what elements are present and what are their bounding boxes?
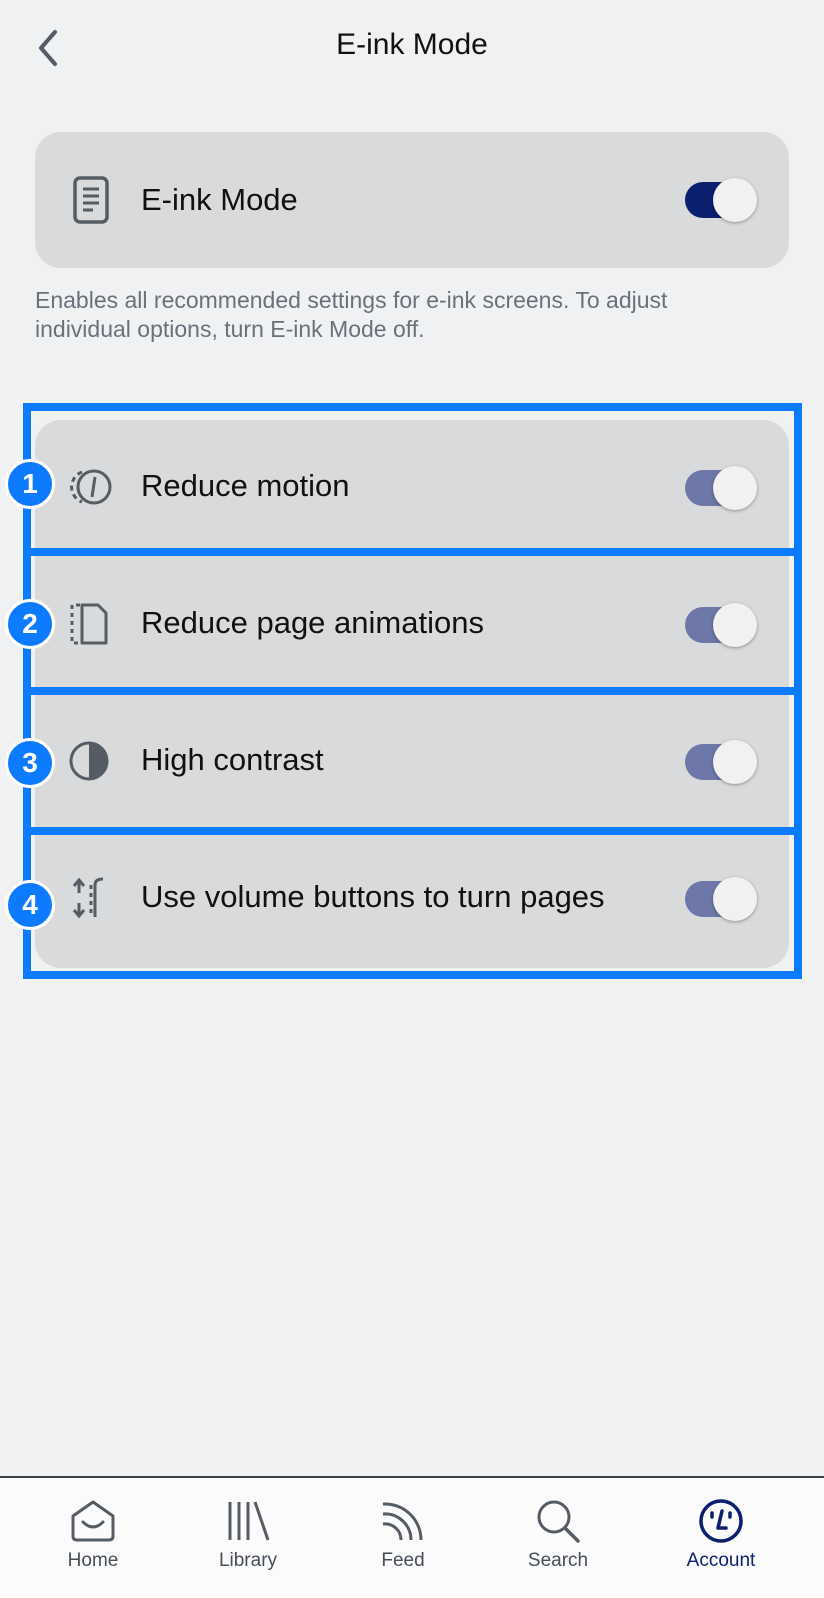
highlight-badge: 4	[5, 880, 55, 930]
toggle-knob	[713, 178, 757, 222]
volume-buttons-icon	[61, 870, 117, 926]
nav-home[interactable]: Home	[28, 1498, 158, 1588]
home-icon	[71, 1500, 115, 1542]
eink-mode-card[interactable]: E-ink Mode	[35, 132, 789, 268]
contrast-icon	[61, 733, 117, 789]
nav-label: Search	[527, 1550, 589, 1571]
nav-label: Library	[218, 1550, 278, 1571]
reduce-motion-icon	[61, 459, 117, 515]
highlight-badge: 3	[5, 738, 55, 788]
bottom-nav: Home Library Feed Search Account	[0, 1476, 824, 1598]
nav-label: Feed	[381, 1550, 425, 1571]
highlight-badge: 2	[5, 599, 55, 649]
option-label: Use volume buttons to turn pages	[141, 879, 605, 914]
toggle-knob	[713, 466, 757, 510]
toggle-knob	[713, 740, 757, 784]
page-animation-icon	[61, 596, 117, 652]
eink-mode-description: Enables all recommended settings for e-i…	[35, 287, 668, 342]
account-icon	[699, 1499, 743, 1543]
nav-library[interactable]: Library	[183, 1498, 313, 1588]
nav-label: Home	[67, 1550, 119, 1571]
reduce-page-animations-toggle[interactable]	[685, 603, 757, 647]
toggle-knob	[713, 877, 757, 921]
eink-options-group: Reduce motion Reduce page animations Hig…	[35, 420, 789, 968]
search-icon	[537, 1500, 580, 1543]
app-header: E-ink Mode	[0, 0, 824, 96]
volume-buttons-toggle[interactable]	[685, 877, 757, 921]
highlight-badge: 1	[5, 459, 55, 509]
nav-label: Account	[686, 1550, 756, 1571]
option-label: High contrast	[141, 742, 324, 777]
nav-account[interactable]: Account	[656, 1498, 786, 1588]
reduce-motion-toggle[interactable]	[685, 466, 757, 510]
option-label: Reduce motion	[141, 468, 350, 503]
eink-mode-toggle[interactable]	[685, 178, 757, 222]
option-label: Reduce page animations	[141, 605, 484, 640]
page-title: E-ink Mode	[336, 28, 488, 61]
option-reduce-motion[interactable]: Reduce motion	[35, 420, 789, 557]
option-high-contrast[interactable]: High contrast	[35, 694, 789, 831]
high-contrast-toggle[interactable]	[685, 740, 757, 784]
feed-icon	[382, 1502, 423, 1541]
nav-search[interactable]: Search	[493, 1498, 623, 1588]
eink-device-icon	[63, 172, 119, 228]
option-reduce-page-animations[interactable]: Reduce page animations	[35, 557, 789, 694]
library-icon	[228, 1501, 270, 1541]
toggle-knob	[713, 603, 757, 647]
option-volume-buttons[interactable]: Use volume buttons to turn pages	[35, 831, 789, 968]
nav-feed[interactable]: Feed	[338, 1498, 468, 1588]
eink-mode-label: E-ink Mode	[141, 182, 298, 217]
